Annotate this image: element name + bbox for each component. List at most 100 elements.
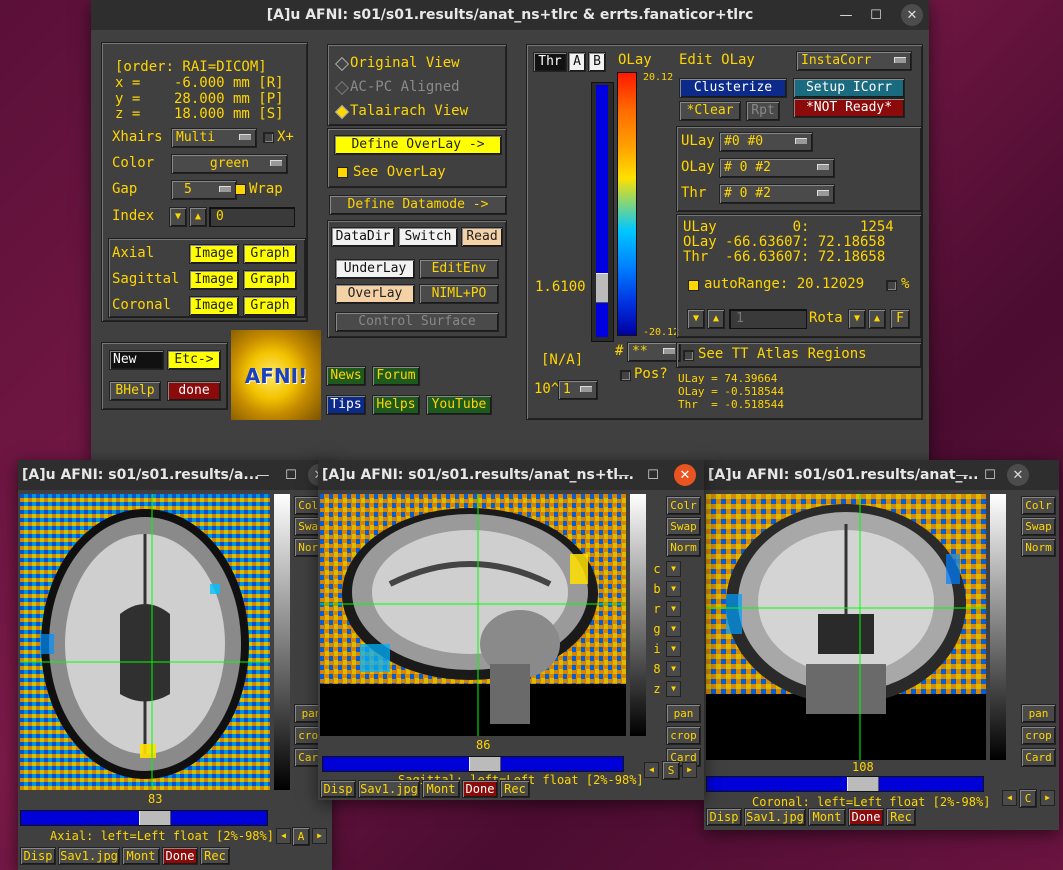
underlay-button[interactable]: UnderLay (335, 259, 415, 279)
exp-dropdown[interactable]: 1 (558, 380, 598, 400)
see-overlay-label[interactable]: See OverLay (353, 165, 446, 180)
coronal-crop-button[interactable]: crop (1021, 726, 1056, 745)
coronal-disp-button[interactable]: Disp (706, 808, 742, 826)
axial-slice-slider[interactable] (20, 810, 268, 826)
coronal-orient-right-arrow[interactable]: ▶ (1040, 790, 1055, 806)
sagittal-orient-right-arrow[interactable]: ▶ (682, 762, 697, 778)
coronal-rec-button[interactable]: Rec (886, 808, 916, 826)
rota-right-arrow[interactable]: ▲ (868, 309, 886, 329)
sagittal-g-arrow[interactable]: ▼ (666, 621, 681, 637)
sagittal-orient-letter[interactable]: S (662, 761, 680, 780)
xplus-checkbox[interactable] (263, 132, 274, 143)
axial-rec-button[interactable]: Rec (200, 847, 230, 865)
etc-button[interactable]: Etc-> (167, 350, 221, 370)
ulay-dropdown[interactable]: #0 #0 (719, 132, 813, 152)
sagittal-8-arrow[interactable]: ▼ (666, 661, 681, 677)
done-button[interactable]: done (167, 381, 221, 401)
rota-field[interactable]: 1 (729, 309, 807, 329)
sagittal-slice-slider[interactable] (322, 756, 624, 772)
news-button[interactable]: News (326, 366, 366, 386)
axial-orient-letter[interactable]: A (292, 827, 310, 846)
olay-colorbar[interactable] (617, 72, 637, 336)
axial-graph-button[interactable]: Graph (243, 244, 297, 264)
autorange-label[interactable]: autoRange: 20.12029 (704, 277, 864, 292)
coronal-mont-button[interactable]: Mont (808, 808, 846, 826)
define-overlay-button[interactable]: Define OverLay -> (334, 135, 502, 155)
threshold-slider-knob[interactable] (596, 273, 608, 303)
sagittal-mont-button[interactable]: Mont (422, 780, 460, 798)
index-field[interactable]: 0 (209, 207, 295, 227)
instacorr-dropdown[interactable]: InstaCorr (796, 51, 912, 71)
overlay-button[interactable]: OverLay (335, 284, 415, 304)
coronal-orient-left-arrow[interactable]: ◀ (1002, 790, 1017, 806)
edit-olay-label[interactable]: Edit OLay (679, 53, 755, 68)
axial-minimize-icon[interactable]: — (252, 464, 274, 486)
index-up-arrow[interactable]: ▲ (189, 207, 207, 227)
axial-disp-button[interactable]: Disp (20, 847, 56, 865)
wrap-checkbox[interactable] (235, 184, 246, 195)
helps-button[interactable]: Helps (372, 395, 420, 415)
sagittal-graph-button[interactable]: Graph (243, 270, 297, 290)
gap-dropdown[interactable]: 5 (171, 180, 237, 200)
thr-label-button[interactable]: Thr (533, 52, 567, 72)
sagittal-crop-button[interactable]: crop (666, 726, 701, 745)
datadir-button[interactable]: DataDir (331, 227, 395, 247)
coord-z[interactable]: z = 18.000 mm [S] (115, 107, 284, 122)
talairach-view-label[interactable]: Talairach View (350, 104, 468, 119)
thr-dropdown[interactable]: # 0 #2 (719, 184, 835, 204)
sagittal-slider-knob[interactable] (469, 757, 501, 771)
olay-dropdown[interactable]: # 0 #2 (719, 158, 835, 178)
axial-mont-button[interactable]: Mont (122, 847, 160, 865)
sagittal-disp-button[interactable]: Disp (320, 780, 356, 798)
coronal-slice-slider[interactable] (706, 776, 984, 792)
sagittal-close-icon[interactable]: ✕ (674, 464, 696, 486)
coronal-card-button[interactable]: Card (1021, 748, 1056, 767)
coronal-swap-button[interactable]: Swap (1021, 517, 1056, 536)
coronal-sav-button[interactable]: Sav1.jpg (744, 808, 806, 826)
see-tt-atlas-label[interactable]: See TT Atlas Regions (698, 347, 867, 362)
sagittal-sav-button[interactable]: Sav1.jpg (358, 780, 420, 798)
index-down-arrow[interactable]: ▼ (169, 207, 187, 227)
sagittal-colr-button[interactable]: Colr (666, 496, 701, 515)
coord-x[interactable]: x = -6.000 mm [R] (115, 76, 284, 91)
thr-b-button[interactable]: B (588, 52, 606, 72)
autorange-checkbox[interactable] (688, 280, 699, 291)
sagittal-norm-button[interactable]: Norm (666, 538, 701, 557)
switch-button[interactable]: Switch (398, 227, 458, 247)
coronal-graph-button[interactable]: Graph (243, 296, 297, 316)
coord-order[interactable]: [order: RAI=DICOM] (115, 60, 267, 75)
sagittal-brain-image[interactable] (320, 494, 626, 736)
coronal-brain-image[interactable] (706, 494, 986, 760)
coronal-colr-button[interactable]: Colr (1021, 496, 1056, 515)
coord-y[interactable]: y = 28.000 mm [P] (115, 92, 284, 107)
coronal-norm-button[interactable]: Norm (1021, 538, 1056, 557)
rota-down-arrow[interactable]: ▼ (687, 309, 705, 329)
axial-maximize-icon[interactable]: ☐ (280, 464, 302, 486)
clusterize-button[interactable]: Clusterize (679, 78, 787, 98)
sagittal-i-arrow[interactable]: ▼ (666, 641, 681, 657)
see-overlay-checkbox[interactable] (337, 167, 348, 178)
pos-checkbox[interactable] (620, 370, 631, 381)
original-view-label[interactable]: Original View (350, 56, 460, 71)
sagittal-swap-button[interactable]: Swap (666, 517, 701, 536)
color-dropdown[interactable]: green (171, 154, 288, 174)
editenv-button[interactable]: EditEnv (419, 259, 499, 279)
tips-button[interactable]: Tips (326, 395, 366, 415)
see-tt-atlas-checkbox[interactable] (683, 350, 694, 361)
rota-up-arrow[interactable]: ▲ (707, 309, 725, 329)
xhairs-dropdown[interactable]: Multi (171, 128, 257, 148)
sagittal-minimize-icon[interactable]: — (612, 464, 634, 486)
axial-done-button[interactable]: Done (162, 847, 198, 865)
pos-label[interactable]: Pos? (634, 367, 668, 382)
f-button[interactable]: F (890, 309, 910, 329)
thr-a-button[interactable]: A (568, 52, 586, 72)
coronal-image-button[interactable]: Image (189, 296, 239, 316)
sagittal-r-arrow[interactable]: ▼ (666, 601, 681, 617)
pbar-count-dropdown[interactable]: ** (627, 342, 681, 362)
sagittal-maximize-icon[interactable]: ☐ (642, 464, 664, 486)
sagittal-pan-button[interactable]: pan (666, 704, 701, 723)
minimize-icon[interactable]: — (835, 4, 857, 26)
coronal-close-icon[interactable]: ✕ (1007, 464, 1029, 486)
sagittal-image-button[interactable]: Image (189, 270, 239, 290)
bhelp-button[interactable]: BHelp (109, 381, 161, 401)
